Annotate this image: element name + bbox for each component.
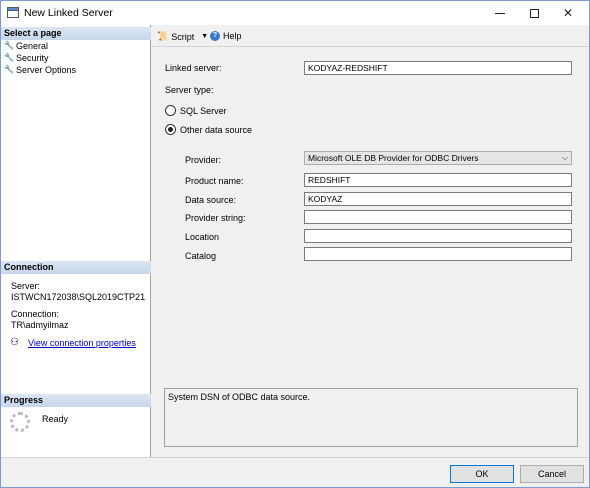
- server-type-label: Server type:: [165, 85, 214, 95]
- provider-string-input[interactable]: [304, 210, 572, 224]
- connection-value: TR\admyilmaz: [11, 320, 69, 330]
- script-label: Script: [171, 31, 195, 42]
- server-value: ISTWCN172038\SQL2019CTP21: [11, 292, 146, 302]
- title-bar: New Linked Server ✕: [1, 1, 589, 25]
- page-item-label: Server Options: [16, 65, 77, 75]
- description-text: System DSN of ODBC data source.: [168, 392, 311, 402]
- help-button[interactable]: ? Help: [210, 31, 242, 41]
- radio-dot: [168, 127, 173, 132]
- data-source-label: Data source:: [185, 195, 237, 205]
- data-source-input[interactable]: [304, 192, 572, 206]
- product-name-input[interactable]: [304, 173, 572, 187]
- page-item-security[interactable]: 🔧 Security: [4, 53, 49, 63]
- left-pane: Select a page 🔧 General 🔧 Security 🔧 Ser…: [1, 25, 151, 457]
- connection-label: Connection:: [11, 309, 60, 319]
- chevron-down-icon: ⌵: [561, 153, 568, 162]
- minimize-button[interactable]: [483, 1, 517, 25]
- location-input[interactable]: [304, 229, 572, 243]
- close-icon: ✕: [562, 6, 574, 20]
- dropdown-arrow-icon: ▼: [201, 33, 209, 40]
- wrench-icon: 🔧: [4, 65, 14, 74]
- provider-select[interactable]: Microsoft OLE DB Provider for ODBC Drive…: [304, 151, 572, 165]
- product-name-label: Product name:: [185, 176, 244, 186]
- catalog-label: Catalog: [185, 251, 217, 261]
- footer: OK Cancel: [1, 457, 589, 487]
- provider-label: Provider:: [185, 155, 222, 165]
- radio-sql-server-label: SQL Server: [180, 105, 227, 116]
- radio-other-data-source[interactable]: Other data source: [165, 124, 252, 135]
- page-item-server-options[interactable]: 🔧 Server Options: [4, 65, 76, 75]
- wrench-icon: 🔧: [4, 41, 14, 50]
- new-linked-server-window: New Linked Server ✕ Select a page 🔧 Gene…: [0, 0, 590, 488]
- location-label: Location: [185, 232, 220, 242]
- progress-spinner-icon: [10, 412, 30, 432]
- page-item-label: General: [16, 41, 49, 51]
- maximize-button[interactable]: [517, 1, 551, 25]
- server-label: Server:: [11, 281, 41, 291]
- help-label: Help: [223, 31, 242, 41]
- progress-status: Ready: [42, 414, 69, 424]
- maximize-icon: [529, 8, 539, 18]
- close-button[interactable]: ✕: [551, 1, 585, 25]
- description-box: System DSN of ODBC data source.: [164, 388, 578, 447]
- radio-circle-icon: [165, 105, 176, 116]
- script-button[interactable]: 📜 Script ▼: [157, 31, 208, 42]
- minimize-icon: [495, 12, 505, 14]
- connection-properties-icon: ⚇: [10, 337, 19, 348]
- catalog-input[interactable]: [304, 247, 572, 261]
- cancel-button[interactable]: Cancel: [520, 465, 584, 483]
- select-page-header: Select a page: [1, 27, 151, 40]
- right-pane: 📜 Script ▼ ? Help Linked server: Server …: [152, 25, 589, 457]
- view-connection-properties-link[interactable]: View connection properties: [28, 338, 136, 348]
- radio-other-label: Other data source: [180, 124, 253, 135]
- progress-header: Progress: [1, 394, 151, 407]
- provider-value: Microsoft OLE DB Provider for ODBC Drive…: [308, 153, 479, 163]
- window-app-icon: [7, 7, 19, 18]
- help-icon: ?: [210, 31, 220, 41]
- wrench-icon: 🔧: [4, 53, 14, 62]
- radio-sql-server[interactable]: SQL Server: [165, 105, 227, 116]
- toolbar: 📜 Script ▼ ? Help: [152, 25, 589, 47]
- ok-button[interactable]: OK: [450, 465, 514, 483]
- page-item-general[interactable]: 🔧 General: [4, 41, 48, 51]
- script-icon: 📜: [157, 31, 169, 41]
- window-title: New Linked Server: [24, 7, 113, 19]
- page-item-label: Security: [16, 53, 49, 63]
- linked-server-input[interactable]: [304, 61, 572, 75]
- provider-string-label: Provider string:: [185, 213, 246, 223]
- connection-header: Connection: [1, 261, 151, 274]
- radio-selected-icon: [165, 124, 176, 135]
- linked-server-label: Linked server:: [165, 63, 222, 73]
